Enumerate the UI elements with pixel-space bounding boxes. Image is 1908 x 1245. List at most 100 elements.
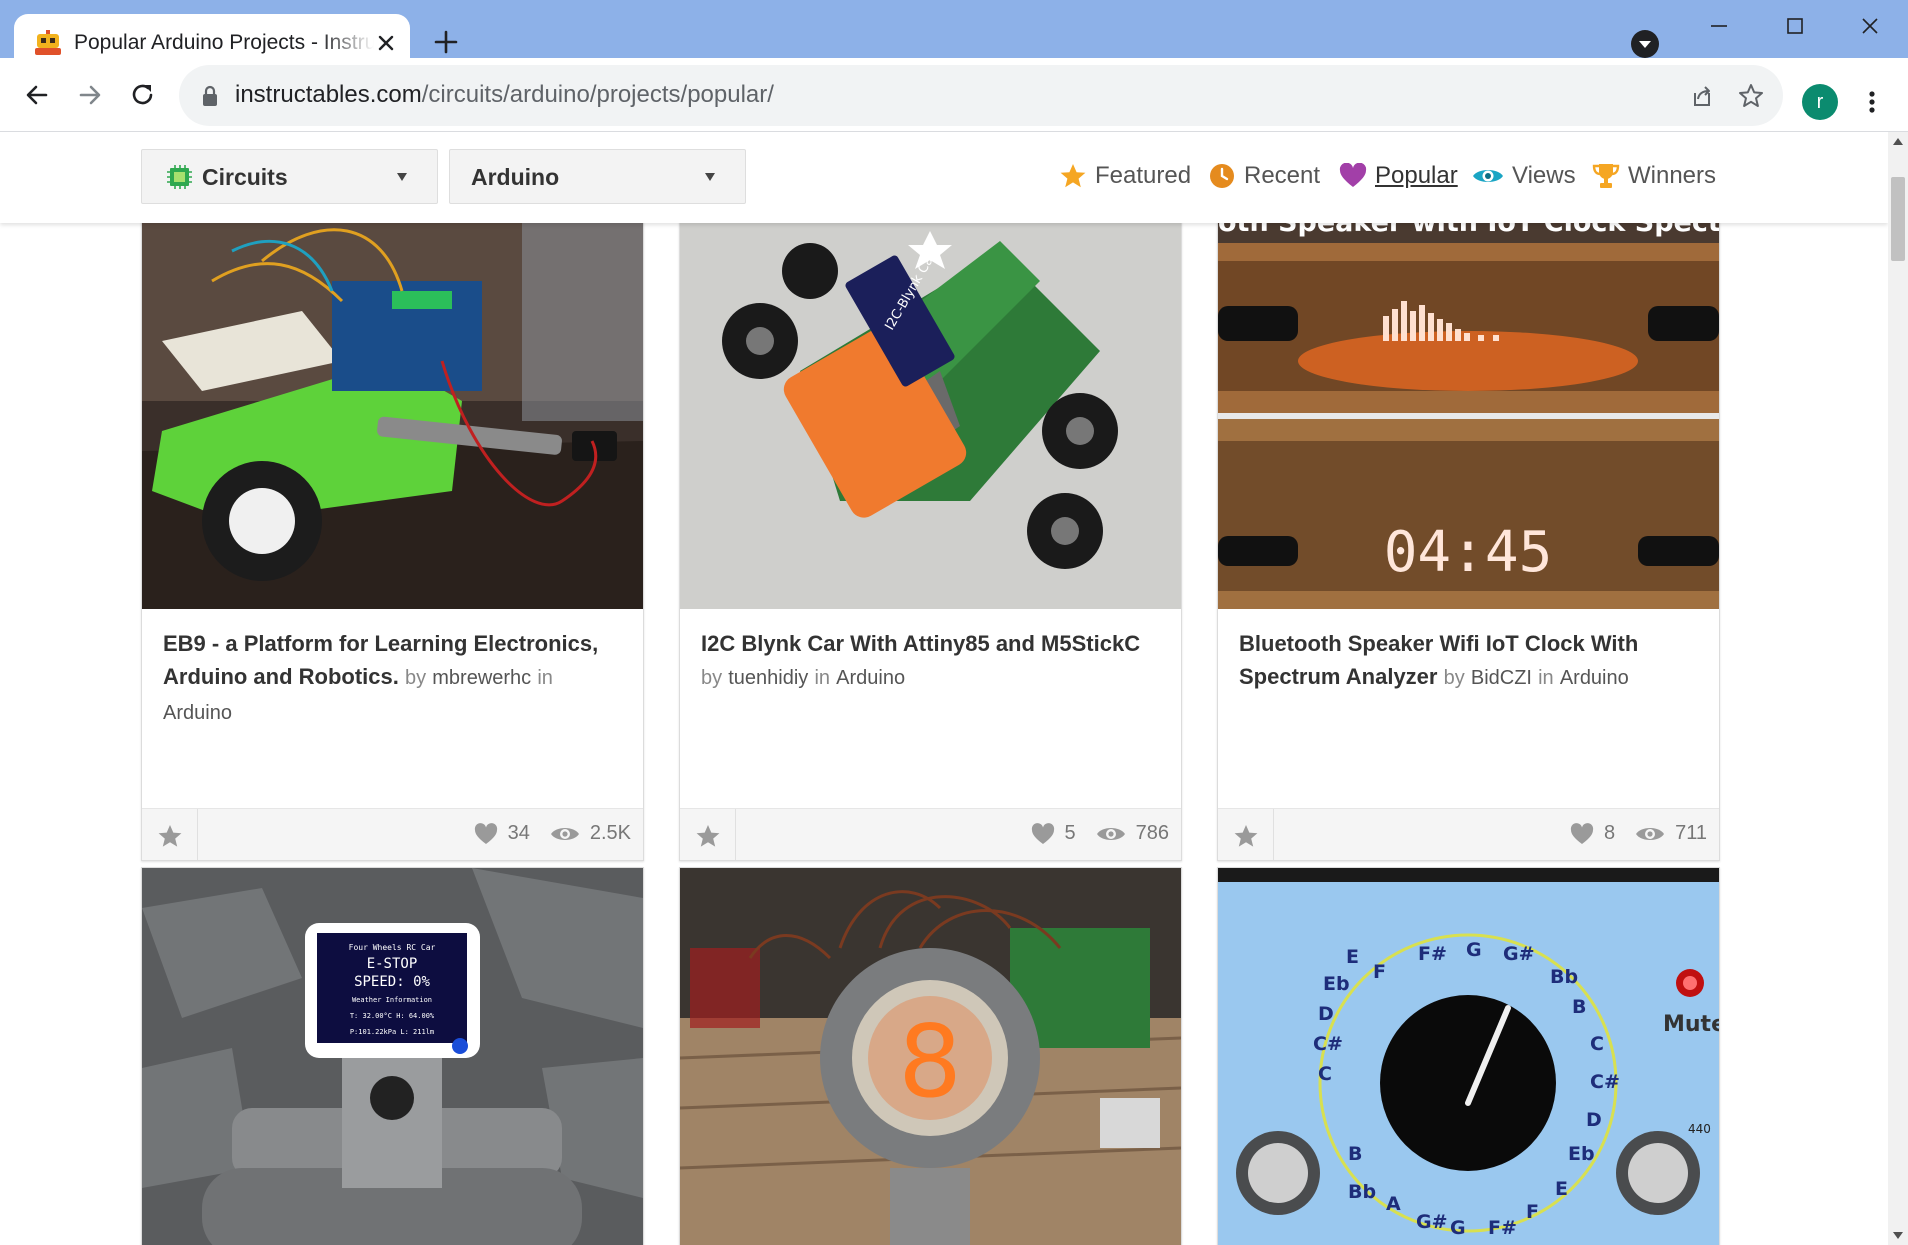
heart-icon [474, 822, 497, 844]
svg-text:F#: F# [1488, 1217, 1517, 1239]
sort-views-label: Views [1512, 162, 1576, 189]
card-stats: 34 2.5K [474, 822, 631, 845]
share-icon[interactable] [1687, 81, 1717, 111]
project-title[interactable]: I2C Blynk Car With Attiny85 and M5StickC [701, 631, 1140, 656]
url-text[interactable]: instructables.com/circuits/arduino/proje… [235, 81, 774, 109]
svg-text:G: G [1450, 1217, 1466, 1239]
scroll-up-arrow-icon[interactable] [1893, 138, 1903, 145]
category-label: Circuits [202, 164, 288, 190]
bookmark-star-icon[interactable] [1736, 81, 1766, 111]
project-card[interactable]: F F# G G# Bb B C C# D Eb E F F# G G# A Bb B C C# D Eb E M… [1217, 867, 1720, 1245]
favorite-button[interactable] [680, 809, 736, 860]
url-host: instructables.com [235, 81, 422, 108]
oled-line-4: Weather Information [352, 996, 432, 1004]
forward-arrow-icon[interactable] [71, 76, 109, 114]
channel-label: Arduino [471, 164, 560, 190]
sort-recent[interactable]: Recent [1208, 160, 1320, 192]
svg-text:C: C [1318, 1063, 1332, 1085]
oled-line-5: T: 32.00°C H: 64.00% [350, 1012, 435, 1020]
page-scrollbar[interactable] [1888, 132, 1908, 1245]
eye-icon [1473, 170, 1503, 182]
trophy-icon [1592, 164, 1620, 188]
sort-featured[interactable]: Featured [1059, 160, 1191, 192]
in-label: in [1538, 667, 1554, 689]
new-tab-icon[interactable] [430, 26, 462, 58]
project-card[interactable]: I2C-Blynk Car I2C Blynk Car With Attiny8… [679, 200, 1182, 861]
in-label: in [814, 667, 831, 689]
project-card[interactable]: 8 [679, 867, 1182, 1245]
sort-popular[interactable]: Popular [1339, 160, 1458, 192]
project-image-speaker-clock[interactable]: oth Speaker with IoT Clock Spectrum A 04… [1218, 201, 1719, 609]
card-footer: 5 786 [680, 808, 1181, 860]
tab-search-icon[interactable] [1631, 30, 1659, 58]
project-image-blynk-car[interactable]: I2C-Blynk Car [680, 201, 1181, 609]
svg-text:F#: F# [1418, 943, 1447, 965]
sort-views[interactable]: Views [1472, 160, 1576, 192]
oled-line-3: SPEED: 0% [354, 974, 430, 990]
svg-text:Bb: Bb [1550, 966, 1578, 988]
favorite-button[interactable] [142, 809, 198, 860]
lock-icon[interactable] [200, 85, 220, 107]
profile-avatar[interactable]: r [1802, 84, 1838, 120]
card-footer: 34 2.5K [142, 808, 643, 860]
instructables-robot-icon [35, 30, 61, 55]
back-arrow-icon[interactable] [18, 76, 56, 114]
sort-popular-label: Popular [1375, 162, 1458, 189]
heart-icon [1031, 822, 1054, 844]
minimize-icon[interactable] [1699, 10, 1739, 42]
scroll-down-arrow-icon[interactable] [1893, 1232, 1903, 1239]
by-label: by [405, 667, 427, 689]
project-card[interactable]: oth Speaker with IoT Clock Spectrum A 04… [1217, 200, 1720, 861]
maximize-icon[interactable] [1775, 10, 1815, 42]
scrollbar-thumb[interactable] [1891, 177, 1905, 261]
card-text: I2C Blynk Car With Attiny85 and M5StickC… [701, 627, 1161, 695]
category-dropdown[interactable]: Circuits [141, 149, 438, 204]
favorite-button[interactable] [1218, 809, 1274, 860]
reload-icon[interactable] [124, 76, 162, 114]
sort-winners[interactable]: Winners [1592, 160, 1716, 192]
card-text: EB9 - a Platform for Learning Electronic… [163, 627, 623, 730]
channel-dropdown[interactable]: Arduino [449, 149, 746, 204]
svg-text:C#: C# [1313, 1033, 1343, 1055]
in-label: in [537, 667, 553, 689]
clock-display: 04:45 [1384, 520, 1553, 585]
url-path: /circuits/arduino/projects/popular/ [421, 81, 774, 108]
project-title[interactable]: EB9 - a Platform for Learning Electronic… [163, 631, 598, 689]
address-bar[interactable]: instructables.com/circuits/arduino/proje… [179, 65, 1783, 126]
project-image-rc-car-display[interactable]: Four Wheels RC Car E-STOP SPEED: 0% Weat… [142, 868, 643, 1245]
project-image-nixie-tube[interactable]: 8 [680, 868, 1181, 1245]
svg-text:F: F [1526, 1201, 1539, 1223]
channel-link[interactable]: Arduino [836, 667, 905, 689]
page-content: Circuits Arduino Featured Recent Popular [0, 132, 1888, 1245]
star-icon [1060, 164, 1086, 188]
tab-title: Popular Arduino Projects - Instructables [74, 31, 374, 54]
project-card[interactable]: Four Wheels RC Car E-STOP SPEED: 0% Weat… [141, 867, 644, 1245]
close-tab-icon[interactable] [371, 28, 401, 58]
author-link[interactable]: BidCZI [1471, 667, 1532, 689]
chevron-down-icon [705, 173, 715, 181]
author-link[interactable]: tuenhidiy [728, 667, 808, 689]
clock-icon [1210, 164, 1234, 188]
svg-text:B: B [1572, 996, 1586, 1018]
svg-text:G: G [1466, 939, 1482, 961]
card-footer: 8 711 [1218, 808, 1719, 860]
eye-icon [1096, 827, 1125, 840]
card-text: Bluetooth Speaker Wifi IoT Clock With Sp… [1239, 627, 1699, 695]
circuit-board-icon [167, 165, 192, 189]
project-image-robot-car[interactable] [142, 201, 643, 609]
card-stats: 5 786 [1031, 822, 1169, 845]
project-card[interactable]: EB9 - a Platform for Learning Electronic… [141, 200, 644, 861]
channel-link[interactable]: Arduino [1560, 667, 1629, 689]
kebab-menu-icon[interactable] [1860, 86, 1884, 118]
heart-icon [1339, 163, 1367, 187]
oled-line-2: E-STOP [367, 956, 418, 972]
knob-scale-label: 440 [1688, 1122, 1711, 1136]
favorites-count: 5 [1064, 822, 1076, 844]
author-link[interactable]: mbrewerhc [432, 667, 531, 689]
project-image-tuner-knob[interactable]: FF# G G# BbBCC# DEbEF F#GG#A BbBCC# DEbE M… [1218, 868, 1719, 1245]
oled-line-1: Four Wheels RC Car [349, 943, 436, 952]
window-close-icon[interactable] [1850, 10, 1890, 42]
channel-link[interactable]: Arduino [163, 702, 232, 724]
favorites-count: 8 [1603, 822, 1616, 844]
svg-text:D: D [1318, 1003, 1334, 1025]
